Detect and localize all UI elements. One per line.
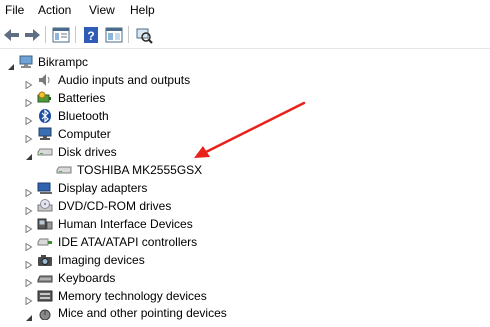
tree-item-disk-drives[interactable]: Disk drives bbox=[0, 143, 300, 161]
collapsed-triangle-icon[interactable] bbox=[25, 238, 33, 252]
back-icon[interactable] bbox=[2, 25, 22, 45]
camera-icon bbox=[37, 253, 53, 267]
toolbar-separator bbox=[45, 26, 46, 43]
speaker-icon bbox=[37, 73, 53, 87]
menu-help[interactable]: Help bbox=[130, 3, 155, 18]
tree-item-label: Imaging devices bbox=[58, 253, 145, 267]
tree-root-computer[interactable]: Bikrampc bbox=[0, 53, 300, 71]
mouse-icon bbox=[37, 306, 53, 321]
forward-icon[interactable] bbox=[22, 25, 42, 45]
collapsed-triangle-icon[interactable] bbox=[25, 94, 33, 108]
computer-icon bbox=[18, 55, 34, 69]
dvd-drive-icon bbox=[37, 199, 53, 213]
collapsed-triangle-icon[interactable] bbox=[25, 256, 33, 270]
show-hide-console-tree-icon[interactable] bbox=[51, 25, 71, 45]
tree-item-batteries[interactable]: Batteries bbox=[0, 89, 300, 108]
tree-item-computer[interactable]: Computer bbox=[0, 125, 300, 144]
tree-item-label: DVD/CD-ROM drives bbox=[58, 199, 172, 213]
toolbar-separator bbox=[128, 26, 129, 43]
svg-text:?: ? bbox=[87, 29, 94, 43]
disk-drive-icon bbox=[37, 145, 53, 159]
tree-item-label: Human Interface Devices bbox=[58, 217, 193, 231]
tree-item-label: Memory technology devices bbox=[58, 289, 207, 303]
tree-item-label: Audio inputs and outputs bbox=[58, 73, 191, 87]
collapsed-triangle-icon[interactable] bbox=[25, 274, 33, 288]
collapsed-triangle-icon[interactable] bbox=[25, 220, 33, 234]
tree-item-toshiba-disk[interactable]: TOSHIBA MK2555GSX bbox=[0, 161, 300, 179]
device-tree: Bikrampc Audio inputs and outputs Batter… bbox=[0, 48, 490, 321]
expanded-triangle-icon[interactable] bbox=[25, 148, 33, 160]
bluetooth-icon bbox=[37, 109, 53, 123]
tree-item-ide-ata-atapi-controllers[interactable]: IDE ATA/ATAPI controllers bbox=[0, 233, 300, 252]
tree-item-mice-and-other-pointing-devices[interactable]: Mice and other pointing devices bbox=[0, 304, 300, 322]
ide-controller-icon bbox=[37, 235, 53, 249]
collapsed-triangle-icon[interactable] bbox=[25, 76, 33, 90]
tree-item-label: TOSHIBA MK2555GSX bbox=[77, 163, 203, 177]
expanded-triangle-icon[interactable] bbox=[25, 309, 33, 321]
tree-item-audio-inputs-and-outputs[interactable]: Audio inputs and outputs bbox=[0, 71, 300, 90]
scan-hardware-changes-icon[interactable] bbox=[134, 25, 154, 45]
collapsed-triangle-icon[interactable] bbox=[25, 184, 33, 198]
tree-item-human-interface-devices[interactable]: Human Interface Devices bbox=[0, 215, 300, 234]
tree-root-label: Bikrampc bbox=[38, 55, 89, 69]
menu-action[interactable]: Action bbox=[38, 3, 71, 18]
tree-item-label: Keyboards bbox=[58, 271, 116, 285]
tree-item-keyboards[interactable]: Keyboards bbox=[0, 269, 300, 288]
memory-icon bbox=[37, 289, 53, 303]
collapsed-triangle-icon[interactable] bbox=[25, 130, 33, 144]
tree-item-bluetooth[interactable]: Bluetooth bbox=[0, 107, 300, 126]
tree-item-label: Bluetooth bbox=[58, 109, 109, 123]
computer-icon bbox=[37, 127, 53, 141]
tree-item-display-adapters[interactable]: Display adapters bbox=[0, 179, 300, 198]
battery-icon bbox=[37, 91, 53, 105]
menu-file[interactable]: File bbox=[5, 3, 24, 18]
display-adapter-icon bbox=[37, 181, 53, 195]
tree-item-label: Disk drives bbox=[58, 145, 117, 159]
tree-item-dvd-cd-rom-drives[interactable]: DVD/CD-ROM drives bbox=[0, 197, 300, 216]
tree-item-label: Computer bbox=[58, 127, 111, 141]
tree-item-label: Batteries bbox=[58, 91, 106, 105]
tree-item-memory-technology-devices[interactable]: Memory technology devices bbox=[0, 287, 300, 306]
expanded-triangle-icon[interactable] bbox=[7, 58, 15, 70]
disk-drive-icon bbox=[56, 163, 72, 177]
properties-icon[interactable] bbox=[104, 25, 124, 45]
tree-item-label: Mice and other pointing devices bbox=[58, 306, 227, 320]
hid-icon bbox=[37, 217, 53, 231]
collapsed-triangle-icon[interactable] bbox=[25, 292, 33, 306]
menu-bar: File Action View Help bbox=[0, 0, 490, 21]
help-icon[interactable]: ? bbox=[81, 25, 101, 45]
tree-item-label: Display adapters bbox=[58, 181, 148, 195]
collapsed-triangle-icon[interactable] bbox=[25, 202, 33, 216]
menu-view[interactable]: View bbox=[89, 3, 115, 18]
tree-item-label: IDE ATA/ATAPI controllers bbox=[58, 235, 198, 249]
tree-item-imaging-devices[interactable]: Imaging devices bbox=[0, 251, 300, 270]
toolbar: ? bbox=[0, 21, 490, 49]
collapsed-triangle-icon[interactable] bbox=[25, 112, 33, 126]
toolbar-separator bbox=[75, 26, 76, 43]
keyboard-icon bbox=[37, 271, 53, 285]
